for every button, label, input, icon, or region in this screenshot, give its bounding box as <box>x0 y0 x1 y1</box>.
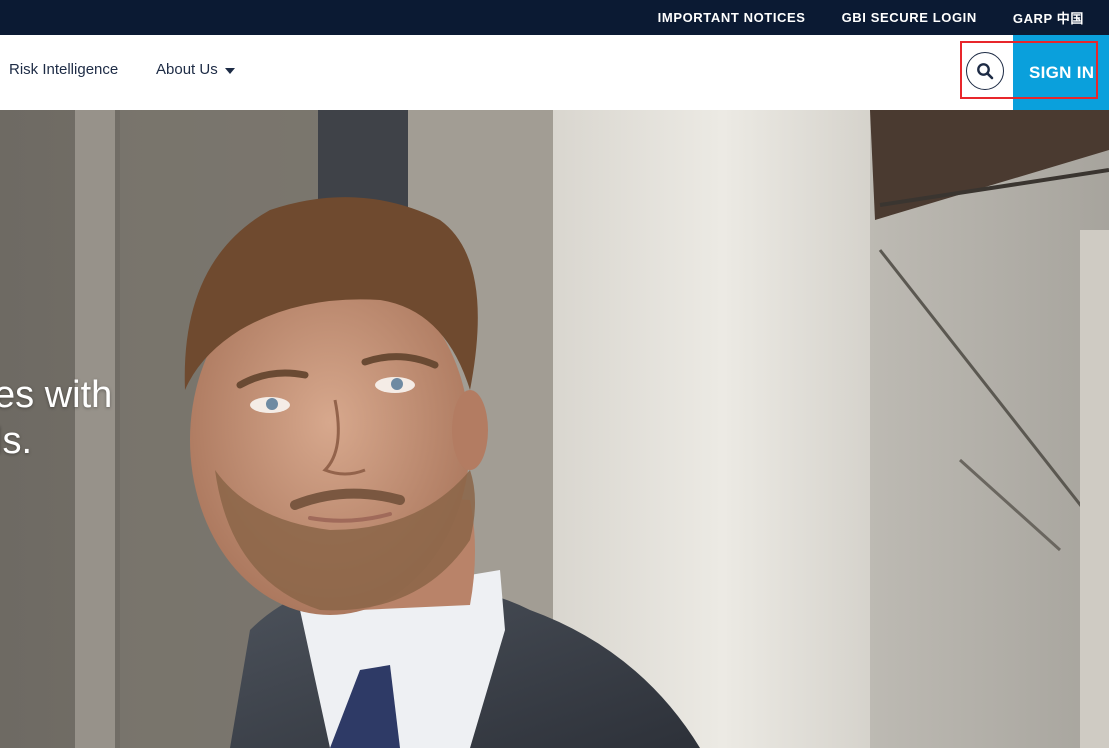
sign-in-button[interactable]: SIGN IN <box>1013 35 1109 110</box>
gbi-secure-login-link[interactable]: GBI SECURE LOGIN <box>842 10 977 25</box>
hero-headline-line-1: es with <box>0 374 113 416</box>
nav-item-label: About Us <box>156 61 218 78</box>
hero: es with ls. <box>0 110 1109 748</box>
search-button[interactable] <box>966 52 1004 90</box>
hero-photo <box>0 110 1109 748</box>
nav-item-about-us[interactable]: About Us <box>156 61 235 78</box>
garp-china-link[interactable]: GARP 中国 <box>1013 8 1084 27</box>
sign-in-label: SIGN IN <box>1029 62 1095 82</box>
main-nav: Risk Intelligence About Us SIGN IN <box>0 35 1109 110</box>
caret-down-icon <box>224 67 235 74</box>
search-icon <box>977 63 994 80</box>
hero-headline-line-2: ls. <box>0 420 32 462</box>
utility-bar: IMPORTANT NOTICES GBI SECURE LOGIN GARP … <box>0 0 1109 35</box>
hero-headline: es with ls. <box>0 372 112 464</box>
important-notices-link[interactable]: IMPORTANT NOTICES <box>658 10 806 25</box>
nav-item-risk-intelligence[interactable]: Risk Intelligence <box>9 61 118 78</box>
nav-item-label: Risk Intelligence <box>9 61 119 78</box>
